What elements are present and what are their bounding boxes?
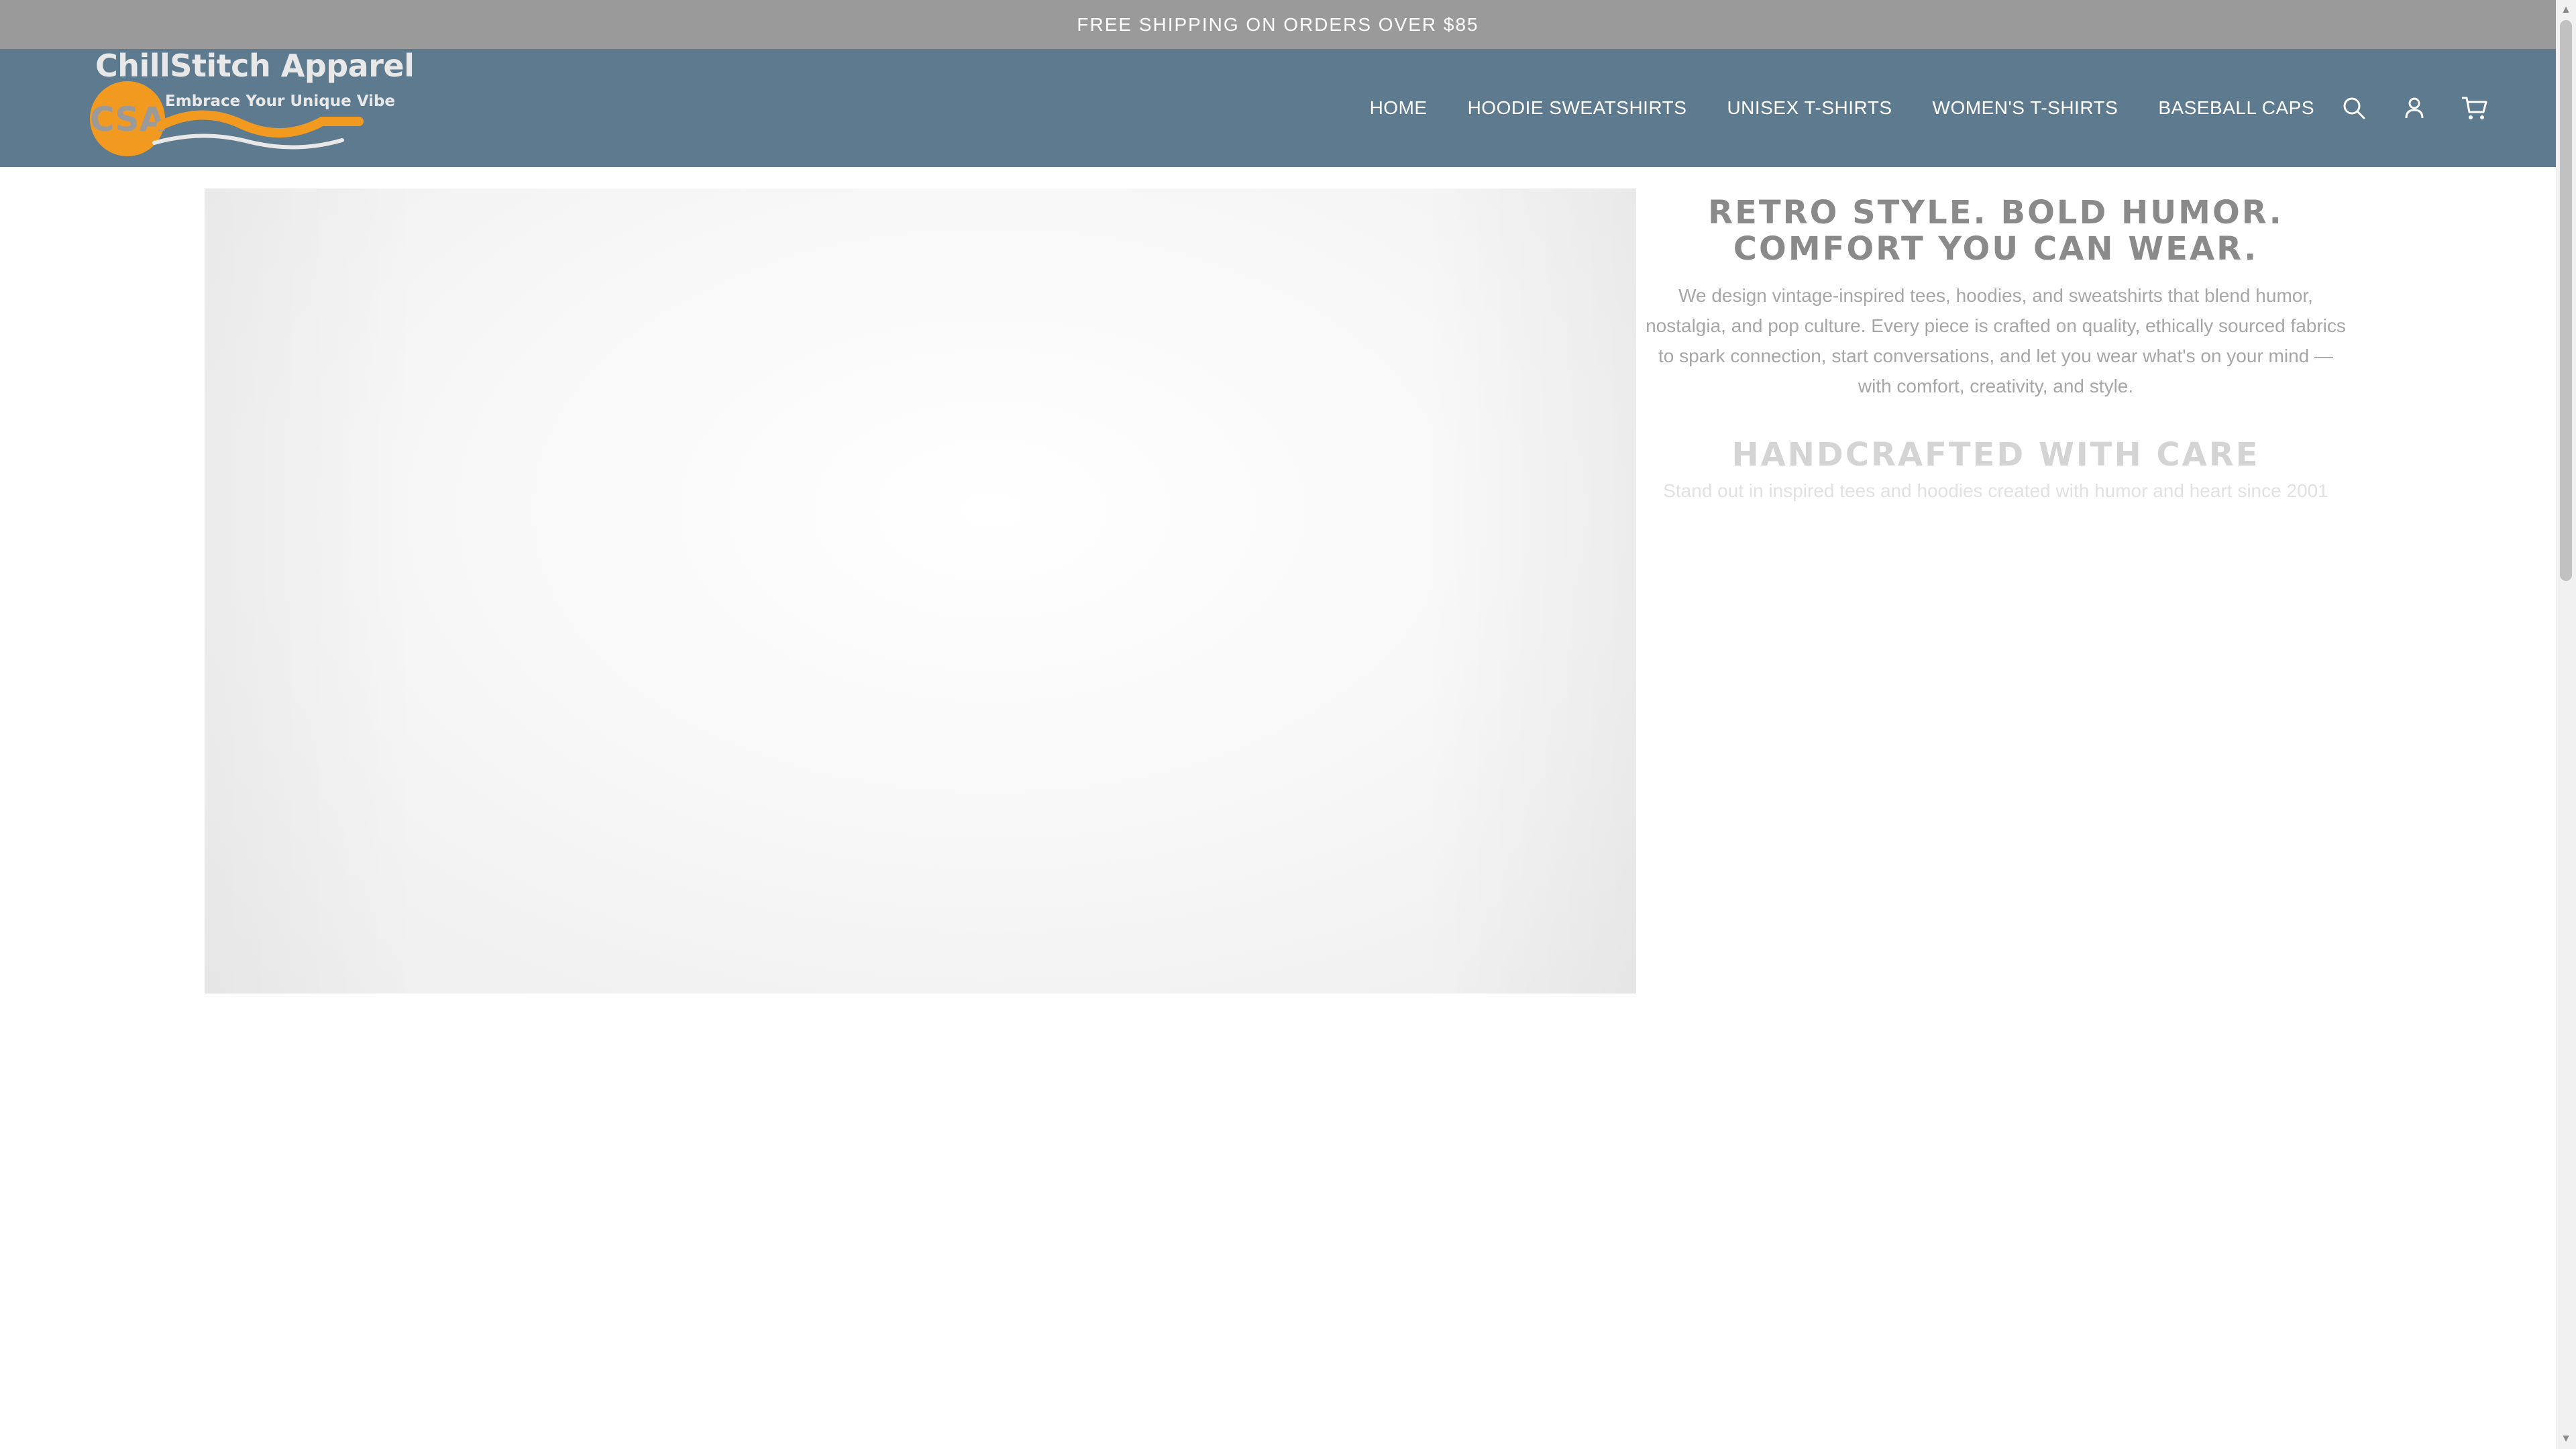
nav-item-womens-tshirts[interactable]: WOMEN'S T-SHIRTS xyxy=(1933,97,2118,119)
nav-item-home[interactable]: HOME xyxy=(1370,97,1428,119)
hero-tagline: Stand out in inspired tees and hoodies c… xyxy=(1663,480,2328,501)
scrollbar-thumb[interactable] xyxy=(2560,20,2572,581)
hero-subheading: HANDCRAFTED WITH CARE xyxy=(1731,436,2260,474)
scroll-down-arrow[interactable]: ▼ xyxy=(2556,1429,2576,1449)
search-icon[interactable] xyxy=(2340,94,2368,122)
hero-image xyxy=(205,189,1636,994)
hero-body: We design vintage-inspired tees, hoodies… xyxy=(1646,285,2346,396)
brand-logo[interactable]: ChillStitch Apparel Embrace Your Unique … xyxy=(87,48,415,161)
logo-mark: CSA xyxy=(90,81,364,156)
header-actions xyxy=(2340,49,2489,167)
main-nav: HOME HOODIE SWEATSHIRTS UNISEX T-SHIRTS … xyxy=(1370,49,2314,167)
nav-item-hoodie-sweatshirts[interactable]: HOODIE SWEATSHIRTS xyxy=(1468,97,1687,119)
account-icon[interactable] xyxy=(2400,94,2428,122)
cart-icon[interactable] xyxy=(2461,94,2489,122)
hero-copy: RETRO STYLE. BOLD HUMOR. COMFORT YOU CAN… xyxy=(1637,195,2355,502)
announcement-text: FREE SHIPPING ON ORDERS OVER $85 xyxy=(1077,13,1479,35)
svg-text:CSA: CSA xyxy=(90,100,166,139)
announcement-bar: FREE SHIPPING ON ORDERS OVER $85 xyxy=(0,0,2556,49)
hero-headline: RETRO STYLE. BOLD HUMOR. COMFORT YOU CAN… xyxy=(1708,194,2284,268)
nav-item-baseball-caps[interactable]: BASEBALL CAPS xyxy=(2158,97,2314,119)
nav-item-unisex-tshirts[interactable]: UNISEX T-SHIRTS xyxy=(1727,97,1892,119)
scroll-up-arrow[interactable]: ▲ xyxy=(2556,0,2576,20)
page-scrollbar[interactable]: ▲ ▼ xyxy=(2556,0,2576,1449)
